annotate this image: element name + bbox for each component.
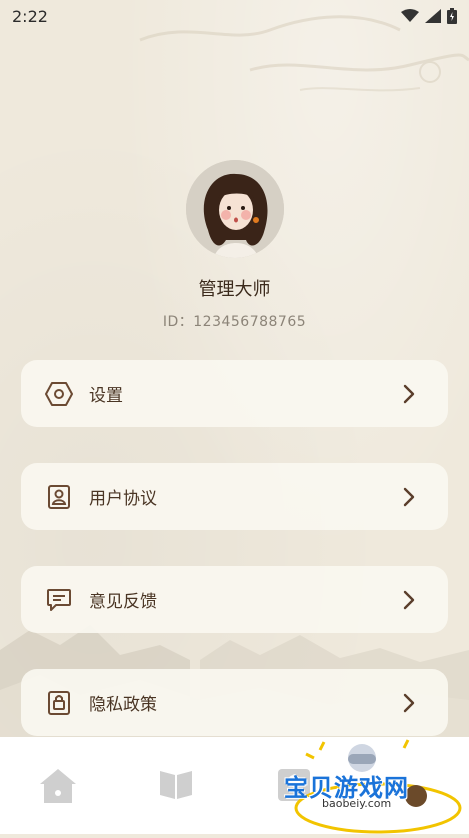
cellular-signal-icon <box>425 9 441 23</box>
wifi-icon <box>401 9 419 22</box>
profile-id: ID：123456788765 <box>162 314 307 330</box>
chevron-right-icon <box>403 590 415 609</box>
battery-icon <box>447 8 457 24</box>
menu-item-label: 用户协议 <box>89 489 157 509</box>
user-agreement-icon <box>45 483 73 511</box>
site-watermark: 宝贝游戏网 baobeiy.com <box>270 738 469 834</box>
menu-item-settings[interactable]: 设置 <box>21 360 448 427</box>
profile-header: 管理大师 ID：123456788765 <box>0 160 469 331</box>
menu-item-label: 隐私政策 <box>89 695 157 715</box>
menu-item-user-agreement[interactable]: 用户协议 <box>21 463 448 530</box>
menu-item-label: 设置 <box>89 386 123 406</box>
chevron-right-icon <box>403 384 415 403</box>
home-icon[interactable] <box>38 767 78 805</box>
avatar[interactable] <box>185 160 284 258</box>
profile-name: 管理大师 <box>198 279 271 300</box>
menu-list: 设置 用户协议 意见反馈 隐私政策 <box>21 360 448 772</box>
menu-item-label: 意见反馈 <box>89 592 157 612</box>
book-icon[interactable] <box>158 767 194 801</box>
status-bar: 2:22 <box>0 0 469 32</box>
privacy-policy-icon <box>45 689 73 717</box>
status-time: 2:22 <box>12 6 48 26</box>
feedback-icon <box>45 586 73 614</box>
chevron-right-icon <box>403 693 415 712</box>
watermark-url: baobeiy.com <box>322 797 392 810</box>
avatar-illustration <box>185 160 284 258</box>
menu-item-feedback[interactable]: 意见反馈 <box>21 566 448 633</box>
settings-hex-icon <box>45 380 73 408</box>
menu-item-privacy-policy[interactable]: 隐私政策 <box>21 669 448 736</box>
chevron-right-icon <box>403 487 415 506</box>
